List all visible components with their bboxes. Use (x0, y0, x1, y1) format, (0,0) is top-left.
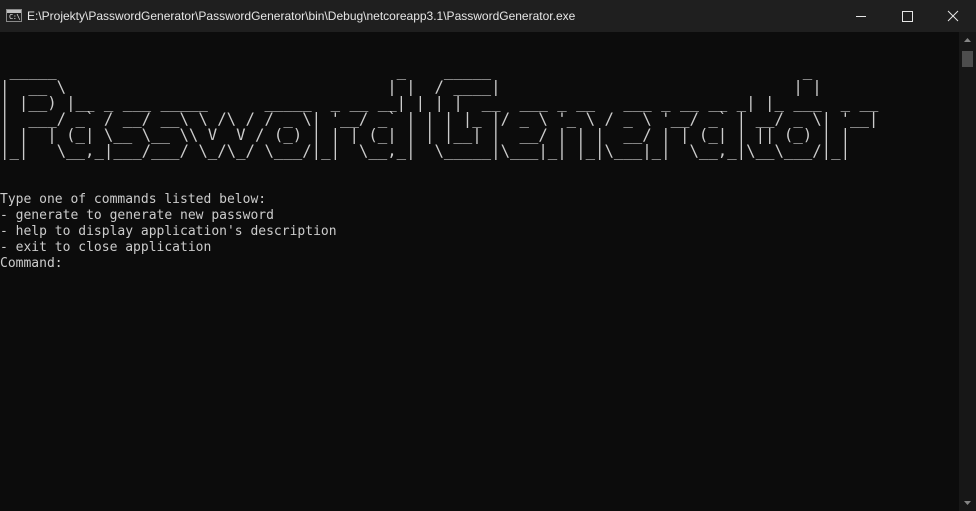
banner-line: |_| \__,_|___/___/ \_/\_/ \___/|_| \__,_… (0, 141, 879, 160)
minimize-icon (856, 16, 866, 17)
menu-item-help: - help to display application's descript… (0, 224, 337, 239)
scroll-up-button[interactable] (959, 32, 976, 49)
minimize-button[interactable] (838, 0, 884, 32)
chevron-down-icon (964, 501, 971, 505)
vertical-scrollbar[interactable] (959, 32, 976, 511)
menu-item-exit: - exit to close application (0, 240, 212, 255)
close-button[interactable] (930, 0, 976, 32)
maximize-button[interactable] (884, 0, 930, 32)
command-menu: Type one of commands listed below: - gene… (0, 192, 337, 272)
menu-item-generate: - generate to generate new password (0, 208, 274, 223)
window-title: E:\Projekty\PasswordGenerator\PasswordGe… (27, 9, 576, 23)
chevron-up-icon (964, 38, 971, 42)
menu-heading: Type one of commands listed below: (0, 192, 267, 207)
scroll-down-button[interactable] (959, 494, 976, 511)
title-bar[interactable]: C:\ E:\Projekty\PasswordGenerator\Passwo… (0, 0, 976, 32)
maximize-icon (902, 11, 913, 22)
scrollbar-thumb[interactable] (962, 51, 973, 67)
console-app-icon-label: C:\ (9, 13, 21, 21)
console-window: C:\ E:\Projekty\PasswordGenerator\Passwo… (0, 0, 976, 511)
ascii-art-banner: _____ _ _____ _ | __ \ | | / ____| | | |… (0, 63, 935, 159)
console-app-icon[interactable]: C:\ (6, 9, 22, 22)
close-icon (947, 10, 959, 22)
console-output-area[interactable]: _____ _ _____ _ | __ \ | | / ____| | | |… (0, 32, 959, 511)
command-prompt[interactable]: Command: (0, 256, 337, 272)
